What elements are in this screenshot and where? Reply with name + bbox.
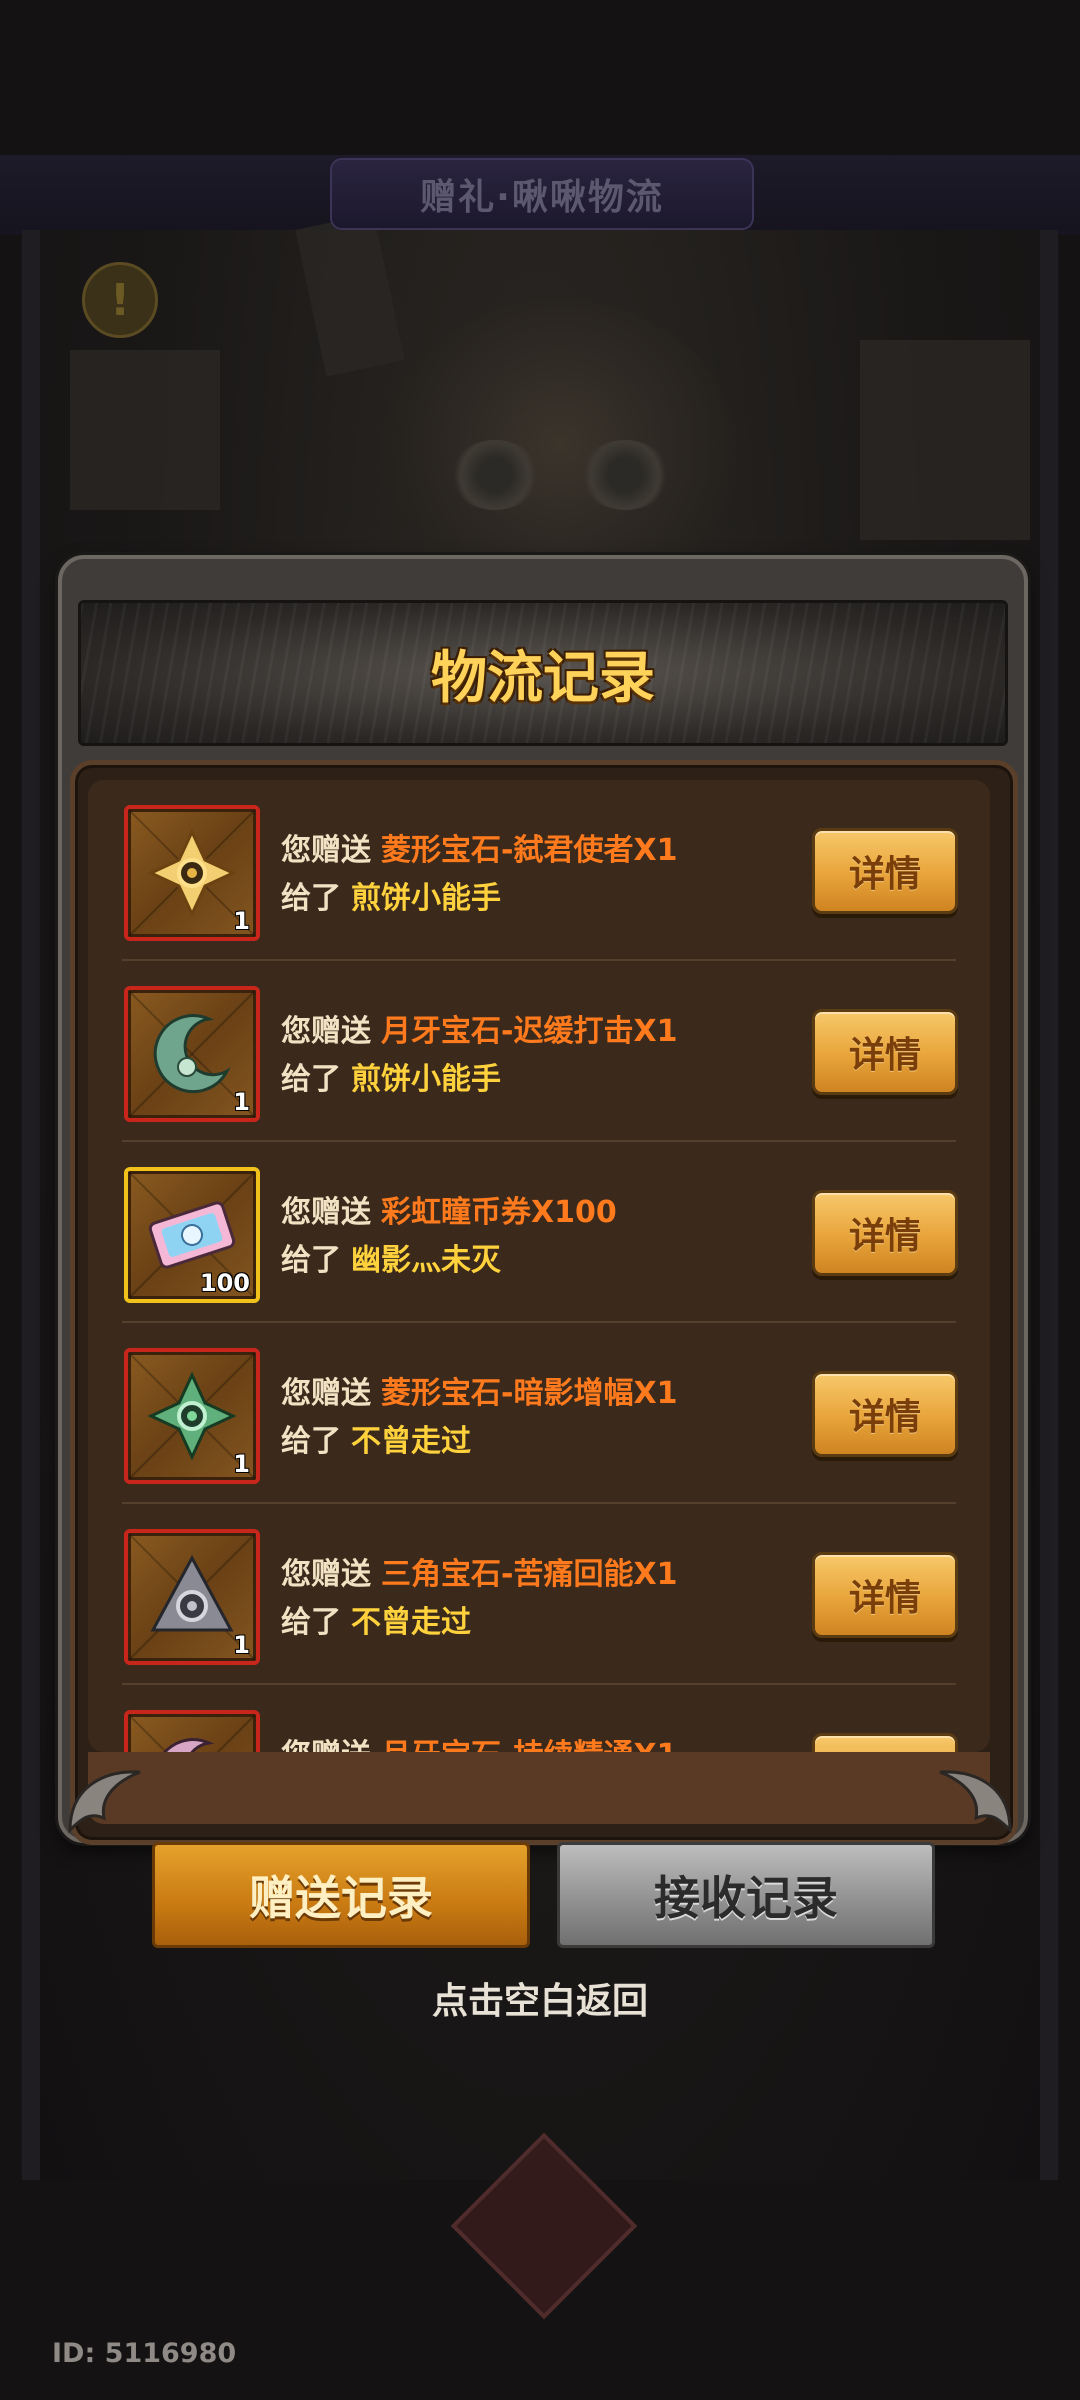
item-icon-frame[interactable]: 1	[124, 1529, 260, 1665]
item-count: 1	[233, 907, 250, 935]
recipient-line: 给了 煎饼小能手	[281, 873, 501, 917]
list-bottom-ledge	[88, 1752, 990, 1824]
recipient-prefix: 给了	[281, 1243, 341, 1278]
gift-prefix: 您赠送	[281, 1376, 371, 1411]
tab-receive-records[interactable]: 接收记录	[557, 1842, 935, 1948]
gift-line: 您赠送 菱形宝石-弑君使者X1	[281, 825, 677, 869]
item-name: 月牙宝石-迟缓打击X1	[381, 1014, 678, 1049]
detail-button[interactable]: 详情	[812, 1371, 958, 1457]
recipient-line: 给了 不曾走过	[281, 1597, 471, 1641]
recipient-name: 不曾走过	[351, 1605, 471, 1640]
record-row: 1 您赠送 菱形宝石-弑君使者X1 给了 煎饼小能手 详情	[88, 780, 990, 961]
background-banner: 赠礼·啾啾物流	[330, 158, 754, 230]
recipient-prefix: 给了	[281, 1424, 341, 1459]
owl-eye	[580, 440, 670, 510]
gift-line: 您赠送 月牙宝石-迟缓打击X1	[281, 1006, 677, 1050]
item-name: 彩虹瞳币券X100	[381, 1195, 617, 1230]
detail-button[interactable]: 详情	[812, 1009, 958, 1095]
owl-eye	[450, 440, 540, 510]
tab-send-label: 赠送记录	[249, 1871, 433, 1925]
recipient-line: 给了 幽影灬未灭	[281, 1235, 501, 1279]
item-count: 1	[233, 1088, 250, 1116]
detail-button[interactable]: 详情	[812, 828, 958, 914]
recipient-line: 给了 煎饼小能手	[281, 1054, 501, 1098]
item-icon-frame[interactable]: 1	[124, 1348, 260, 1484]
gift-line: 您赠送 三角宝石-苦痛回能X1	[281, 1549, 677, 1593]
item-count: 1	[233, 1450, 250, 1478]
record-row: 您赠送月牙宝石-持续精通X1 详情	[88, 1685, 990, 1752]
item-count: 100	[199, 1269, 250, 1297]
corner-ornament-icon	[68, 1770, 141, 1834]
record-list[interactable]: 1 您赠送 菱形宝石-弑君使者X1 给了 煎饼小能手 详情 1 您赠送 月牙宝石-迟缓…	[88, 780, 990, 1752]
recipient-name: 幽影灬未灭	[351, 1243, 501, 1278]
dialog-header: 物流记录	[78, 600, 1008, 746]
item-icon-frame[interactable]: 1	[124, 986, 260, 1122]
corner-ornament-icon	[939, 1770, 1012, 1834]
user-id: ID: 5116980	[52, 2338, 237, 2369]
gift-prefix: 您赠送	[281, 1014, 371, 1049]
gift-line: 您赠送 菱形宝石-暗影增幅X1	[281, 1368, 677, 1412]
recipient-prefix: 给了	[281, 1605, 341, 1640]
recipient-line: 给了 不曾走过	[281, 1416, 471, 1460]
item-name: 月牙宝石-持续精通X1	[381, 1738, 677, 1752]
gift-prefix: 您赠送	[281, 1738, 371, 1752]
record-row: 1 您赠送 菱形宝石-暗影增幅X1 给了 不曾走过 详情	[88, 1323, 990, 1504]
recipient-prefix: 给了	[281, 1062, 341, 1097]
item-icon-frame[interactable]	[124, 1710, 260, 1752]
record-row: 100 您赠送 彩虹瞳币券X100 给了 幽影灬未灭 详情	[88, 1142, 990, 1323]
gift-prefix: 您赠送	[281, 833, 371, 868]
detail-button-label: 详情	[848, 1035, 921, 1076]
info-button[interactable]: !	[82, 262, 158, 338]
item-name: 三角宝石-苦痛回能X1	[381, 1557, 678, 1592]
detail-button-label: 详情	[848, 1578, 921, 1619]
gift-line: 您赠送月牙宝石-持续精通X1	[281, 1730, 677, 1752]
record-row: 1 您赠送 月牙宝石-迟缓打击X1 给了 煎饼小能手 详情	[88, 961, 990, 1142]
exclamation-icon: !	[109, 274, 131, 326]
gift-prefix: 您赠送	[281, 1557, 371, 1592]
detail-button-label: 详情	[848, 1397, 921, 1438]
item-name: 菱形宝石-暗影增幅X1	[381, 1376, 678, 1411]
gift-line: 您赠送 彩虹瞳币券X100	[281, 1187, 617, 1231]
item-icon-frame[interactable]: 100	[124, 1167, 260, 1303]
left-pole	[22, 230, 40, 2180]
detail-button-label: 详情	[848, 854, 921, 895]
right-pole	[1040, 230, 1058, 2180]
gift-prefix: 您赠送	[281, 1195, 371, 1230]
tap-to-return-hint[interactable]: 点击空白返回	[0, 1972, 1080, 2024]
recipient-name: 不曾走过	[351, 1424, 471, 1459]
crescent-gem-icon	[128, 1714, 256, 1752]
recipient-name: 煎饼小能手	[351, 1062, 501, 1097]
item-icon-frame[interactable]: 1	[124, 805, 260, 941]
record-row: 1 您赠送 三角宝石-苦痛回能X1 给了 不曾走过 详情	[88, 1504, 990, 1685]
background-sign	[70, 350, 220, 510]
dialog-title: 物流记录	[431, 645, 655, 711]
banner-title: 赠礼·啾啾物流	[420, 177, 664, 218]
recipient-name: 煎饼小能手	[351, 881, 501, 916]
tab-send-records[interactable]: 赠送记录	[152, 1842, 530, 1948]
tab-receive-label: 接收记录	[654, 1871, 838, 1925]
detail-button-label: 详情	[848, 1216, 921, 1257]
detail-button[interactable]: 详情	[812, 1190, 958, 1276]
item-count: 1	[233, 1631, 250, 1659]
detail-button[interactable]: 详情	[812, 1733, 958, 1752]
item-name: 菱形宝石-弑君使者X1	[381, 833, 678, 868]
recipient-prefix: 给了	[281, 881, 341, 916]
background-sign	[860, 340, 1030, 540]
detail-button[interactable]: 详情	[812, 1552, 958, 1638]
